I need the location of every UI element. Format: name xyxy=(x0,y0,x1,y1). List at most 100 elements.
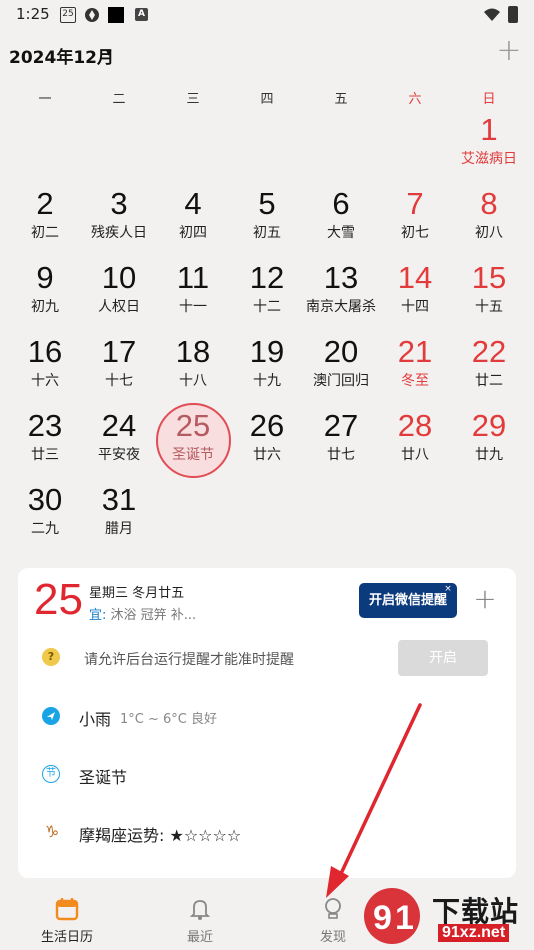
calendar-day-2[interactable]: 2 初二 xyxy=(8,186,82,260)
svg-text:1: 1 xyxy=(395,899,414,937)
day-number: 23 xyxy=(27,408,63,443)
day-number: 18 xyxy=(175,334,211,369)
weather-icon xyxy=(42,707,60,725)
day-number: 14 xyxy=(397,260,433,295)
calendar-notification-icon: 25 xyxy=(60,7,76,23)
day-lunar-label: 十五 xyxy=(475,299,503,315)
calendar-day-23[interactable]: 23 廿三 xyxy=(8,408,82,482)
weekday-header-3: 三 xyxy=(186,92,200,107)
battery-icon xyxy=(508,6,518,23)
calendar-day-11[interactable]: 11 十一 xyxy=(156,260,230,334)
lightbulb-icon xyxy=(325,898,341,919)
day-lunar-label: 十七 xyxy=(105,373,133,389)
calendar-day-28[interactable]: 28 廿八 xyxy=(378,408,452,482)
calendar-day-25[interactable]: 25 圣诞节 xyxy=(156,408,230,482)
calendar-day-26[interactable]: 26 廿六 xyxy=(230,408,304,482)
day-lunar-label: 廿八 xyxy=(401,447,429,463)
background-permission-text: 请允许后台运行提醒才能准时提醒 xyxy=(84,652,294,668)
day-number: 13 xyxy=(323,260,359,295)
day-lunar-label: 大雪 xyxy=(327,225,355,241)
zodiac-fortune[interactable]: 摩羯座运势: ★☆☆☆☆ xyxy=(79,822,241,846)
calendar-day-6[interactable]: 6 大雪 xyxy=(304,186,378,260)
day-number: 29 xyxy=(471,408,507,443)
day-lunar-label: 十九 xyxy=(253,373,281,389)
day-lunar-label: 初四 xyxy=(179,225,207,241)
calendar-day-29[interactable]: 29 廿九 xyxy=(452,408,526,482)
weekday-header-4: 四 xyxy=(260,92,274,107)
day-lunar-label: 十八 xyxy=(179,373,207,389)
add-event-plus-button[interactable]: + xyxy=(494,36,524,66)
calendar-day-8[interactable]: 8 初八 xyxy=(452,186,526,260)
day-lunar-label: 廿七 xyxy=(327,447,355,463)
calendar-day-1[interactable]: 1 艾滋病日 xyxy=(452,112,526,186)
calendar-day-12[interactable]: 12 十二 xyxy=(230,260,304,334)
calendar-day-21[interactable]: 21 冬至 xyxy=(378,334,452,408)
day-lunar-label: 圣诞节 xyxy=(172,447,214,463)
day-lunar-label: 初九 xyxy=(31,299,59,315)
day-number: 31 xyxy=(101,482,137,517)
calendar-day-27[interactable]: 27 廿七 xyxy=(304,408,378,482)
day-number: 20 xyxy=(323,334,359,369)
a-notification-icon: A xyxy=(135,8,148,21)
calendar-day-14[interactable]: 14 十四 xyxy=(378,260,452,334)
calendar-day-15[interactable]: 15 十五 xyxy=(452,260,526,334)
day-number: 11 xyxy=(176,260,210,295)
day-number: 25 xyxy=(175,408,211,443)
day-number: 28 xyxy=(397,408,433,443)
weekday-header-6: 六 xyxy=(408,92,422,107)
calendar-day-24[interactable]: 24 平安夜 xyxy=(82,408,156,482)
calendar-day-5[interactable]: 5 初五 xyxy=(230,186,304,260)
watermark-logo-icon: 9 1 xyxy=(364,888,420,944)
calendar-day-10[interactable]: 10 人权日 xyxy=(82,260,156,334)
calendar-day-19[interactable]: 19 十九 xyxy=(230,334,304,408)
day-number: 16 xyxy=(27,334,63,369)
weather-condition[interactable]: 小雨 xyxy=(79,706,111,730)
day-number: 5 xyxy=(258,186,276,221)
wechat-reminder-close-icon[interactable]: × xyxy=(443,584,453,594)
calendar-day-30[interactable]: 30 二九 xyxy=(8,482,82,556)
day-number: 6 xyxy=(332,186,350,221)
day-number: 9 xyxy=(36,260,54,295)
calendar-day-16[interactable]: 16 十六 xyxy=(8,334,82,408)
day-number: 8 xyxy=(480,186,498,221)
calendar-icon xyxy=(55,898,79,921)
calendar-day-13[interactable]: 13 南京大屠杀 xyxy=(304,260,378,334)
day-number: 7 xyxy=(406,186,424,221)
calendar-day-22[interactable]: 22 廿二 xyxy=(452,334,526,408)
calendar-day-3[interactable]: 3 残疾人日 xyxy=(82,186,156,260)
svg-text:9: 9 xyxy=(373,899,392,937)
nav-calendar[interactable]: 生活日历 xyxy=(22,896,112,945)
calendar-day-9[interactable]: 9 初九 xyxy=(8,260,82,334)
day-lunar-label: 人权日 xyxy=(98,299,140,315)
calendar-day-17[interactable]: 17 十七 xyxy=(82,334,156,408)
site-watermark: 9 1 下载站 91xz.net xyxy=(362,884,532,948)
festival-name[interactable]: 圣诞节 xyxy=(79,764,127,788)
day-lunar-label: 十四 xyxy=(401,299,429,315)
calendar-day-4[interactable]: 4 初四 xyxy=(156,186,230,260)
day-lunar-label: 二九 xyxy=(31,521,59,537)
card-add-plus-button[interactable]: + xyxy=(470,584,500,614)
day-lunar-label: 廿二 xyxy=(475,373,503,389)
day-number: 19 xyxy=(249,334,285,369)
day-lunar-label: 平安夜 xyxy=(98,447,140,463)
question-icon: ? xyxy=(42,648,60,666)
day-number: 2 xyxy=(36,186,54,221)
status-bar: 1:25 25 A xyxy=(0,0,534,30)
day-lunar-label: 十一 xyxy=(179,299,207,315)
day-lunar-label: 廿九 xyxy=(475,447,503,463)
wifi-icon xyxy=(484,8,500,21)
weekday-header-7: 日 xyxy=(482,92,496,107)
enable-background-button[interactable]: 开启 xyxy=(398,640,488,676)
month-dropdown-caret-icon[interactable]: ▾ xyxy=(106,46,112,59)
calendar-day-31[interactable]: 31 腊月 xyxy=(82,482,156,556)
capricorn-icon: ♑ xyxy=(44,822,60,841)
day-number: 22 xyxy=(471,334,507,369)
calendar-day-18[interactable]: 18 十八 xyxy=(156,334,230,408)
day-number: 3 xyxy=(110,186,128,221)
calendar-day-20[interactable]: 20 澳门回归 xyxy=(304,334,378,408)
calendar-day-7[interactable]: 7 初七 xyxy=(378,186,452,260)
auspicious-activities[interactable]: 宜: 沐浴 冠笄 补... xyxy=(89,604,196,623)
day-number: 10 xyxy=(101,260,137,295)
nav-recent[interactable]: 最近 xyxy=(155,896,245,945)
month-title[interactable]: 2024年12月 xyxy=(9,43,114,68)
